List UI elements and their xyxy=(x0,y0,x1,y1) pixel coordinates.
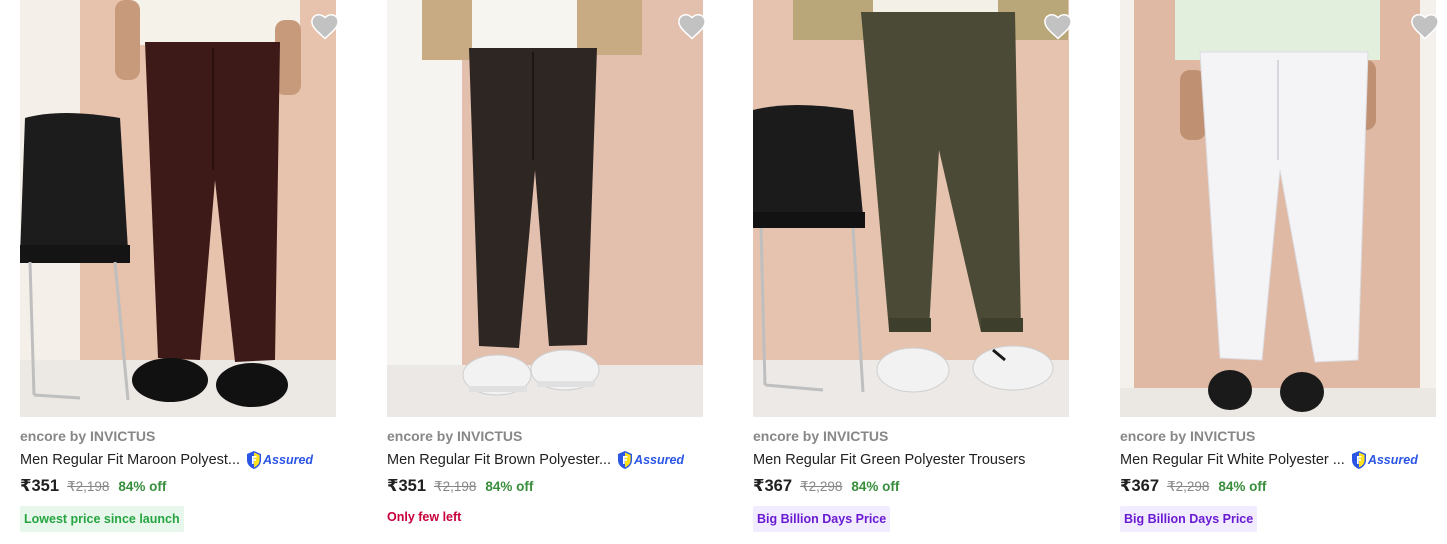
wishlist-button[interactable] xyxy=(310,12,340,40)
product-photo-svg xyxy=(387,0,703,417)
stock-alert: Only few left xyxy=(387,510,462,524)
product-image[interactable] xyxy=(20,0,336,417)
heart-icon[interactable] xyxy=(1043,12,1073,40)
heart-icon[interactable] xyxy=(310,12,340,40)
selling-price: ₹367 xyxy=(1120,477,1160,495)
selling-price: ₹351 xyxy=(387,477,427,495)
product-grid: encore by INVICTUS Men Regular Fit Maroo… xyxy=(0,0,1447,544)
product-title[interactable]: Men Regular Fit White Polyester ... xyxy=(1120,452,1345,468)
heart-icon[interactable] xyxy=(1410,12,1440,40)
assured-label: Assured xyxy=(1367,453,1418,467)
price-row: ₹351 ₹2,198 84% off xyxy=(387,476,533,498)
wishlist-button[interactable] xyxy=(1410,12,1440,40)
product-brand: encore by INVICTUS xyxy=(753,428,889,444)
product-image[interactable] xyxy=(1120,0,1436,417)
original-price: ₹2,198 xyxy=(434,479,477,494)
assured-badge: Assured xyxy=(1351,450,1418,470)
product-brand: encore by INVICTUS xyxy=(1120,428,1256,444)
product-brand: encore by INVICTUS xyxy=(387,428,523,444)
original-price: ₹2,198 xyxy=(67,479,110,494)
original-price: ₹2,298 xyxy=(800,479,843,494)
assured-label: Assured xyxy=(263,453,314,467)
offer-tag: Lowest price since launch xyxy=(20,506,184,532)
product-image[interactable] xyxy=(387,0,703,417)
offer-tag: Big Billion Days Price xyxy=(753,506,891,532)
product-title-row: Men Regular Fit Maroon Polyest... Assure… xyxy=(20,449,336,471)
product-photo-svg xyxy=(753,0,1069,417)
wishlist-button[interactable] xyxy=(1043,12,1073,40)
product-card[interactable]: encore by INVICTUS Men Regular Fit Green… xyxy=(753,0,1072,544)
product-image[interactable] xyxy=(753,0,1069,417)
product-title-row: Men Regular Fit Brown Polyester... Assur… xyxy=(387,449,703,471)
product-title-row: Men Regular Fit Green Polyester Trousers xyxy=(753,449,1069,471)
assured-label: Assured xyxy=(634,453,685,467)
original-price: ₹2,298 xyxy=(1167,479,1210,494)
product-photo-svg xyxy=(20,0,336,417)
discount-percent: 84% off xyxy=(485,479,534,494)
price-row: ₹351 ₹2,198 84% off xyxy=(20,476,166,498)
assured-shield-icon xyxy=(618,451,633,469)
heart-icon[interactable] xyxy=(677,12,707,40)
product-photo-svg xyxy=(1120,0,1436,417)
product-title[interactable]: Men Regular Fit Green Polyester Trousers xyxy=(753,452,1025,468)
discount-percent: 84% off xyxy=(851,479,900,494)
selling-price: ₹351 xyxy=(20,477,60,495)
product-title[interactable]: Men Regular Fit Maroon Polyest... xyxy=(20,452,240,468)
wishlist-button[interactable] xyxy=(677,12,707,40)
product-card[interactable]: encore by INVICTUS Men Regular Fit Brown… xyxy=(387,0,706,544)
price-row: ₹367 ₹2,298 84% off xyxy=(1120,476,1266,498)
selling-price: ₹367 xyxy=(753,477,793,495)
product-card[interactable]: encore by INVICTUS Men Regular Fit White… xyxy=(1120,0,1439,544)
assured-badge: Assured xyxy=(246,450,313,470)
assured-shield-icon xyxy=(1351,451,1366,469)
product-title[interactable]: Men Regular Fit Brown Polyester... xyxy=(387,452,611,468)
assured-shield-icon xyxy=(247,451,262,469)
offer-tag: Big Billion Days Price xyxy=(1120,506,1258,532)
assured-badge: Assured xyxy=(617,450,684,470)
discount-percent: 84% off xyxy=(1218,479,1267,494)
price-row: ₹367 ₹2,298 84% off xyxy=(753,476,899,498)
product-brand: encore by INVICTUS xyxy=(20,428,156,444)
product-card[interactable]: encore by INVICTUS Men Regular Fit Maroo… xyxy=(20,0,339,544)
product-title-row: Men Regular Fit White Polyester ... Assu… xyxy=(1120,449,1436,471)
discount-percent: 84% off xyxy=(118,479,167,494)
